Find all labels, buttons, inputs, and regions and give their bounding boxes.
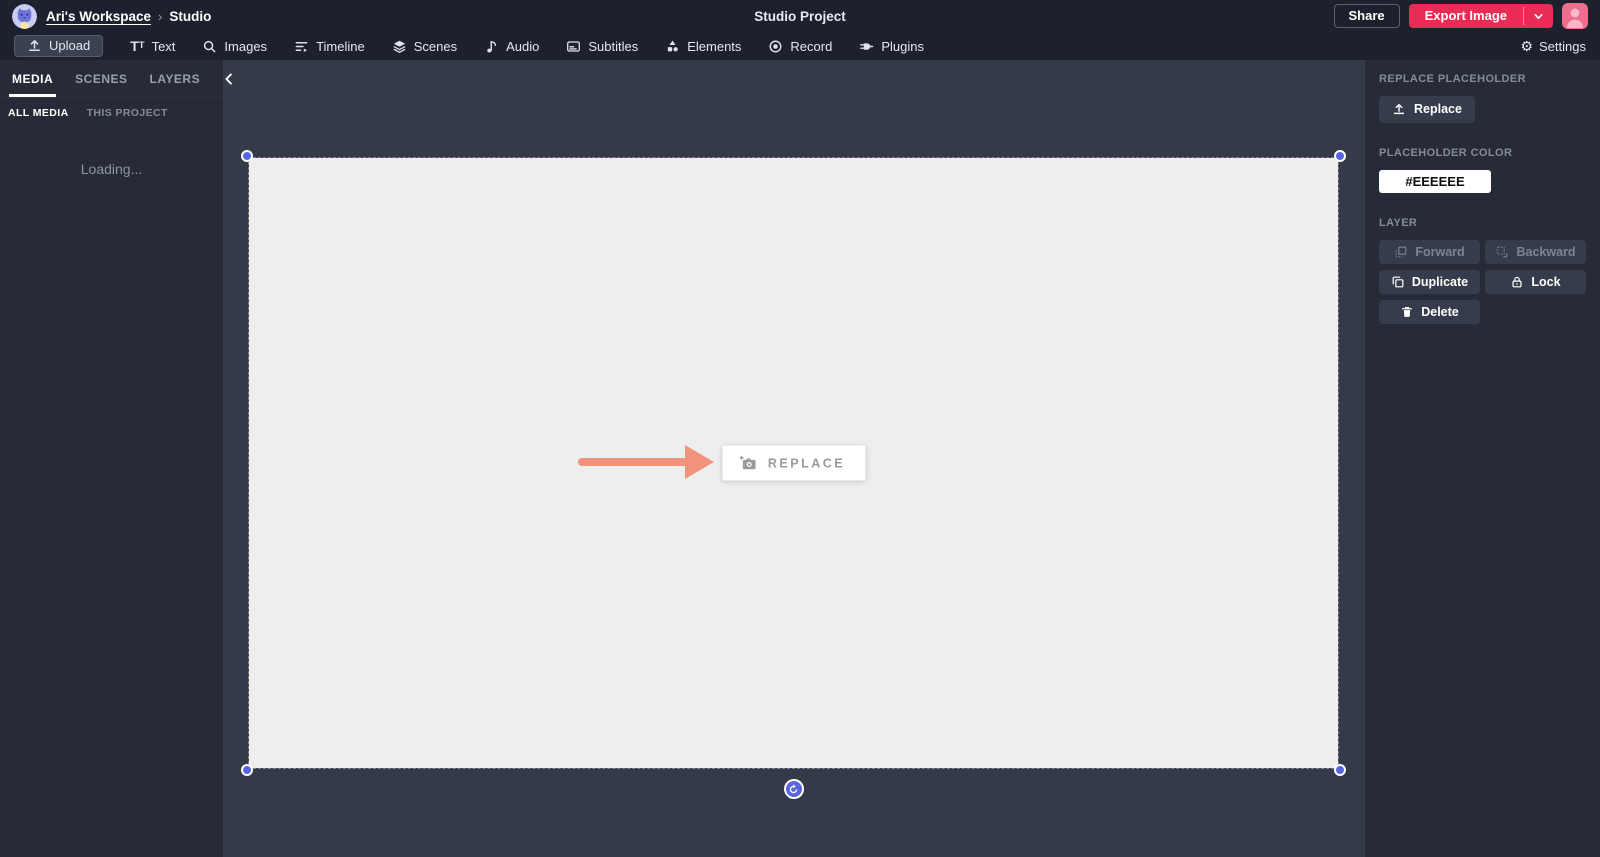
color-section-label: PLACEHOLDER COLOR xyxy=(1379,147,1586,159)
rotate-icon xyxy=(788,784,799,795)
header-row: Ari's Workspace › Studio Studio Project … xyxy=(0,0,1600,32)
toolbar-item-label: Scenes xyxy=(414,39,457,54)
plug-icon xyxy=(859,39,874,54)
tab-scenes[interactable]: SCENES xyxy=(75,60,127,97)
collapse-sidebar-button[interactable] xyxy=(222,60,236,97)
text-icon: TT xyxy=(130,39,144,53)
duplicate-label: Duplicate xyxy=(1412,275,1468,289)
tab-layers[interactable]: LAYERS xyxy=(150,60,201,97)
toolbar-item-label: Images xyxy=(224,39,267,54)
timeline-icon xyxy=(294,39,309,54)
trash-icon xyxy=(1400,305,1414,319)
sidebar-tabs: MEDIA SCENES LAYERS xyxy=(0,60,223,98)
toolbar-item-label: Subtitles xyxy=(588,39,638,54)
resize-handle-bottom-right[interactable] xyxy=(1334,764,1346,776)
lock-icon xyxy=(1510,275,1524,289)
media-subtabs: ALL MEDIA THIS PROJECT xyxy=(0,98,223,127)
export-dropdown-button[interactable] xyxy=(1524,4,1553,28)
toolbar-upload[interactable]: Upload xyxy=(14,35,103,57)
export-image-button[interactable]: Export Image xyxy=(1409,4,1523,28)
bring-forward-icon xyxy=(1394,245,1408,259)
search-icon xyxy=(202,39,217,54)
camera-icon xyxy=(739,456,757,471)
upload-icon xyxy=(27,38,42,53)
toolbar-item-label: Elements xyxy=(687,39,741,54)
delete-label: Delete xyxy=(1421,305,1459,319)
annotation-arrow-shaft xyxy=(578,458,688,466)
duplicate-icon xyxy=(1391,275,1405,289)
shapes-icon xyxy=(665,39,680,54)
toolbar-item-label: Text xyxy=(152,39,176,54)
record-icon xyxy=(768,39,783,54)
replace-button[interactable]: Replace xyxy=(1379,96,1475,123)
canvas-replace-button[interactable]: REPLACE xyxy=(722,446,865,481)
toolbar-images[interactable]: Images xyxy=(202,39,267,54)
chevron-down-icon xyxy=(1533,11,1544,22)
backward-button[interactable]: Backward xyxy=(1485,240,1586,264)
breadcrumb-current: Studio xyxy=(169,9,211,24)
replace-button-label: Replace xyxy=(1414,102,1462,116)
duplicate-button[interactable]: Duplicate xyxy=(1379,270,1480,294)
resize-handle-bottom-left[interactable] xyxy=(241,764,253,776)
toolbar-subtitles[interactable]: Subtitles xyxy=(566,39,638,54)
forward-button[interactable]: Forward xyxy=(1379,240,1480,264)
layers-icon xyxy=(392,39,407,54)
right-sidebar: REPLACE PLACEHOLDER Replace PLACEHOLDER … xyxy=(1365,60,1600,857)
main-toolbar: Upload TT Text Images Tim xyxy=(0,32,1600,60)
loading-text: Loading... xyxy=(0,161,223,177)
canvas-replace-label: REPLACE xyxy=(768,456,845,470)
canvas-workspace[interactable]: REPLACE xyxy=(223,60,1365,857)
resize-handle-top-right[interactable] xyxy=(1334,150,1346,162)
breadcrumb-workspace-link[interactable]: Ari's Workspace xyxy=(46,9,151,24)
layer-section-label: LAYER xyxy=(1379,217,1586,229)
toolbar-item-label: Record xyxy=(790,39,832,54)
header-actions: Share Export Image xyxy=(1334,3,1589,29)
upload-icon xyxy=(1392,102,1406,116)
workspace-avatar[interactable] xyxy=(12,4,37,29)
chevron-left-icon xyxy=(222,72,236,86)
rotate-handle[interactable] xyxy=(784,779,804,799)
lock-button[interactable]: Lock xyxy=(1485,270,1586,294)
placeholder-layer[interactable]: REPLACE xyxy=(249,158,1338,768)
share-button[interactable]: Share xyxy=(1334,4,1400,28)
export-split-button: Export Image xyxy=(1409,4,1553,28)
placeholder-color-input[interactable] xyxy=(1379,170,1491,193)
settings-button[interactable]: ⚙ Settings xyxy=(1520,39,1586,54)
replace-section-label: REPLACE PLACEHOLDER xyxy=(1379,73,1586,85)
annotation-arrow-head xyxy=(685,445,714,479)
toolbar-audio[interactable]: Audio xyxy=(484,39,539,54)
toolbar-item-label: Upload xyxy=(49,38,90,53)
toolbar-text[interactable]: TT Text xyxy=(130,39,175,54)
gear-icon: ⚙ xyxy=(1520,39,1533,53)
forward-label: Forward xyxy=(1415,245,1464,259)
top-bar: Ari's Workspace › Studio Studio Project … xyxy=(0,0,1600,60)
send-backward-icon xyxy=(1495,245,1509,259)
person-icon xyxy=(1562,3,1588,29)
resize-handle-top-left[interactable] xyxy=(241,150,253,162)
toolbar-record[interactable]: Record xyxy=(768,39,832,54)
toolbar-scenes[interactable]: Scenes xyxy=(392,39,457,54)
toolbar-item-label: Timeline xyxy=(316,39,365,54)
toolbar-item-label: Plugins xyxy=(881,39,924,54)
toolbar-plugins[interactable]: Plugins xyxy=(859,39,924,54)
lock-label: Lock xyxy=(1531,275,1560,289)
toolbar-timeline[interactable]: Timeline xyxy=(294,39,365,54)
breadcrumb: Ari's Workspace › Studio xyxy=(46,9,211,24)
music-note-icon xyxy=(484,39,499,54)
toolbar-elements[interactable]: Elements xyxy=(665,39,741,54)
delete-button[interactable]: Delete xyxy=(1379,300,1480,324)
subtab-this-project[interactable]: THIS PROJECT xyxy=(87,107,168,119)
settings-label: Settings xyxy=(1539,39,1586,54)
user-avatar[interactable] xyxy=(1562,3,1588,29)
layer-actions: Forward Backward Duplicate Lock xyxy=(1379,240,1586,324)
subtitles-icon xyxy=(566,39,581,54)
toolbar-item-label: Audio xyxy=(506,39,539,54)
backward-label: Backward xyxy=(1516,245,1575,259)
left-sidebar: MEDIA SCENES LAYERS ALL MEDIA THIS PROJE… xyxy=(0,60,223,857)
subtab-all-media[interactable]: ALL MEDIA xyxy=(8,107,69,119)
tab-media[interactable]: MEDIA xyxy=(12,60,53,97)
breadcrumb-separator: › xyxy=(158,9,162,24)
